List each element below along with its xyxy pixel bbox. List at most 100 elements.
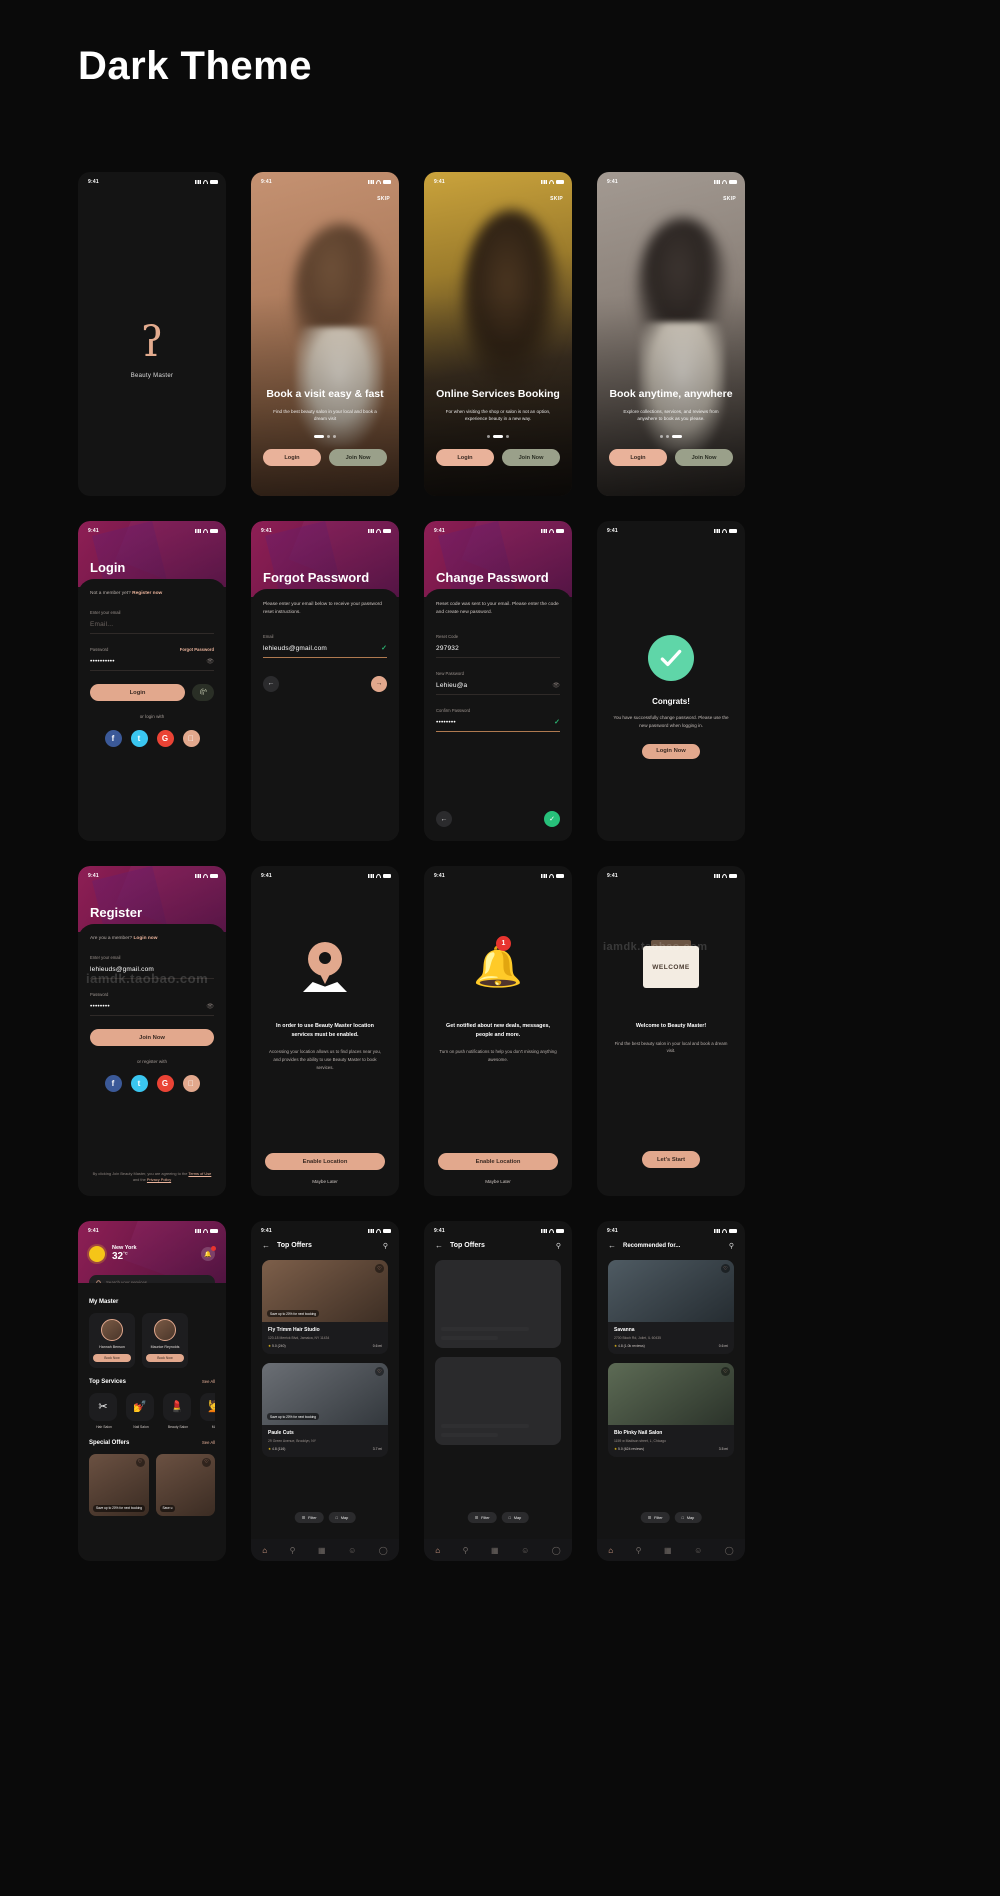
- eye-off-icon[interactable]: 👁: [206, 1003, 214, 1010]
- join-now-button[interactable]: Join Now: [329, 449, 387, 466]
- password-field[interactable]: Password Forgot Password •••••••••• 👁: [90, 647, 214, 671]
- pager-dot[interactable]: [506, 435, 509, 438]
- list-item[interactable]: ♡ Savanna 2700 Bloch Rd, Joliet, IL 6043…: [608, 1260, 734, 1354]
- email-field[interactable]: Enter your email lehieuds@gmail.com: [90, 955, 214, 979]
- pager-dot-active[interactable]: [672, 435, 682, 438]
- back-button[interactable]: ←: [263, 675, 279, 692]
- filter-button[interactable]: ☰ Filter: [467, 1512, 497, 1523]
- join-now-button[interactable]: Join Now: [675, 449, 733, 466]
- confirm-password-input[interactable]: ••••••••: [436, 719, 560, 732]
- enable-notifications-button[interactable]: Enable Location: [438, 1153, 558, 1170]
- register-link[interactable]: Register now: [132, 591, 162, 596]
- filter-button[interactable]: ☰ Filter: [640, 1512, 670, 1523]
- email-field[interactable]: Email lehieuds@gmail.com ✓: [263, 634, 387, 658]
- list-item[interactable]: ♡ Save up to 20% for next booking Paule …: [262, 1363, 388, 1457]
- email-input[interactable]: lehieuds@gmail.com: [263, 645, 387, 658]
- login-now-button[interactable]: Login Now: [642, 743, 700, 759]
- password-input[interactable]: ••••••••••: [90, 658, 214, 671]
- search-icon[interactable]: ⚲: [290, 1546, 296, 1555]
- password-field[interactable]: Password •••••••• 👁: [90, 992, 214, 1016]
- eye-off-icon[interactable]: 👁: [206, 658, 214, 665]
- maybe-later-link[interactable]: Maybe Later: [438, 1179, 558, 1184]
- back-button[interactable]: ←: [436, 811, 452, 827]
- skip-button[interactable]: SKIP: [723, 196, 736, 202]
- email-field[interactable]: Enter your email Email...: [90, 610, 214, 634]
- back-button[interactable]: ←: [262, 1241, 270, 1250]
- favorite-icon[interactable]: ♡: [135, 1457, 145, 1467]
- offer-card[interactable]: ♡ Save up to 20% for next booking: [89, 1453, 149, 1516]
- master-card[interactable]: Maurice Reynolds Book Now: [142, 1313, 188, 1368]
- pager-dot[interactable]: [487, 435, 490, 438]
- map-button[interactable]: □ Map: [328, 1512, 356, 1523]
- favorite-icon[interactable]: ♡: [202, 1457, 211, 1467]
- login-link[interactable]: Login now: [133, 936, 157, 941]
- login-submit-button[interactable]: Login: [90, 684, 185, 701]
- profile-icon[interactable]: ◯: [379, 1546, 388, 1555]
- map-button[interactable]: □ Map: [674, 1512, 702, 1523]
- facebook-icon[interactable]: f: [104, 730, 122, 747]
- chat-icon[interactable]: ☺: [694, 1546, 702, 1555]
- service-item[interactable]: 💅 Nail Salon: [126, 1392, 156, 1429]
- search-icon[interactable]: ⚲: [556, 1242, 561, 1250]
- search-icon[interactable]: ⚲: [383, 1242, 388, 1250]
- search-icon[interactable]: ⚲: [463, 1546, 469, 1555]
- pager-dot[interactable]: [327, 435, 330, 438]
- service-item[interactable]: 💄 Beauty Salon: [163, 1392, 193, 1429]
- home-icon[interactable]: ⌂: [608, 1546, 613, 1555]
- reset-code-field[interactable]: Reset Code 297932: [436, 634, 560, 658]
- profile-icon[interactable]: ◯: [552, 1546, 561, 1555]
- search-input[interactable]: Search your services...: [106, 1280, 151, 1283]
- book-now-button[interactable]: Book Now: [146, 1353, 184, 1362]
- search-icon[interactable]: ⚲: [636, 1546, 642, 1555]
- lets-start-button[interactable]: Let's Start: [642, 1151, 700, 1168]
- chat-icon[interactable]: ☺: [348, 1546, 356, 1555]
- pager-dot-active[interactable]: [493, 435, 503, 438]
- profile-icon[interactable]: ◯: [725, 1546, 734, 1555]
- list-item[interactable]: ♡ Save up to 20% for next booking Fly Tr…: [262, 1260, 388, 1354]
- login-button[interactable]: Login: [436, 449, 494, 466]
- new-password-input[interactable]: Lehieu@a: [436, 682, 560, 695]
- favorite-icon[interactable]: ♡: [721, 1367, 730, 1376]
- offer-card[interactable]: ♡ Save u: [155, 1453, 215, 1516]
- list-item[interactable]: ♡ Blo Pinky Nail Salon 1159 w Madison st…: [608, 1363, 734, 1457]
- see-all-link[interactable]: See All: [202, 1440, 215, 1445]
- eye-icon[interactable]: 👁: [552, 682, 560, 689]
- email-input[interactable]: lehieuds@gmail.com: [90, 966, 214, 979]
- forgot-password-link[interactable]: Forgot Password: [180, 647, 214, 652]
- terms-of-use-link[interactable]: Terms of Use: [188, 1171, 211, 1176]
- pager-dot[interactable]: [666, 435, 669, 438]
- privacy-policy-link[interactable]: Privacy Policy: [147, 1177, 171, 1182]
- home-icon[interactable]: ⌂: [262, 1546, 267, 1555]
- service-item[interactable]: 💆 Mas: [200, 1392, 215, 1429]
- pager-dot-active[interactable]: [314, 435, 324, 438]
- fingerprint-button[interactable]: [192, 684, 214, 701]
- apple-icon[interactable]: : [182, 1075, 200, 1092]
- search-icon[interactable]: ⚲: [729, 1242, 734, 1250]
- chat-icon[interactable]: ☺: [521, 1546, 529, 1555]
- confirm-button[interactable]: ✓: [544, 811, 560, 827]
- reset-code-input[interactable]: 297932: [436, 645, 560, 658]
- home-icon[interactable]: ⌂: [435, 1546, 440, 1555]
- book-now-button[interactable]: Book Now: [93, 1353, 131, 1362]
- back-button[interactable]: ←: [608, 1241, 616, 1250]
- enable-location-button[interactable]: Enable Location: [265, 1153, 385, 1170]
- skip-button[interactable]: SKIP: [550, 196, 563, 202]
- login-button[interactable]: Login: [609, 449, 667, 466]
- calendar-icon[interactable]: ▦: [318, 1546, 326, 1555]
- login-button[interactable]: Login: [263, 449, 321, 466]
- apple-icon[interactable]: : [182, 730, 200, 747]
- twitter-icon[interactable]: t: [130, 730, 148, 747]
- map-button[interactable]: □ Map: [501, 1512, 529, 1523]
- maybe-later-link[interactable]: Maybe Later: [265, 1179, 385, 1184]
- next-button[interactable]: →: [371, 675, 387, 692]
- calendar-icon[interactable]: ▦: [664, 1546, 672, 1555]
- favorite-icon[interactable]: ♡: [721, 1264, 730, 1273]
- pager-dot[interactable]: [660, 435, 663, 438]
- favorite-icon[interactable]: ♡: [375, 1264, 384, 1273]
- calendar-icon[interactable]: ▦: [491, 1546, 499, 1555]
- twitter-icon[interactable]: t: [130, 1075, 148, 1092]
- see-all-link[interactable]: See All: [202, 1379, 215, 1384]
- service-item[interactable]: ✂ Hair Salon: [89, 1392, 119, 1429]
- pager-dot[interactable]: [333, 435, 336, 438]
- join-now-button[interactable]: Join Now: [90, 1029, 214, 1046]
